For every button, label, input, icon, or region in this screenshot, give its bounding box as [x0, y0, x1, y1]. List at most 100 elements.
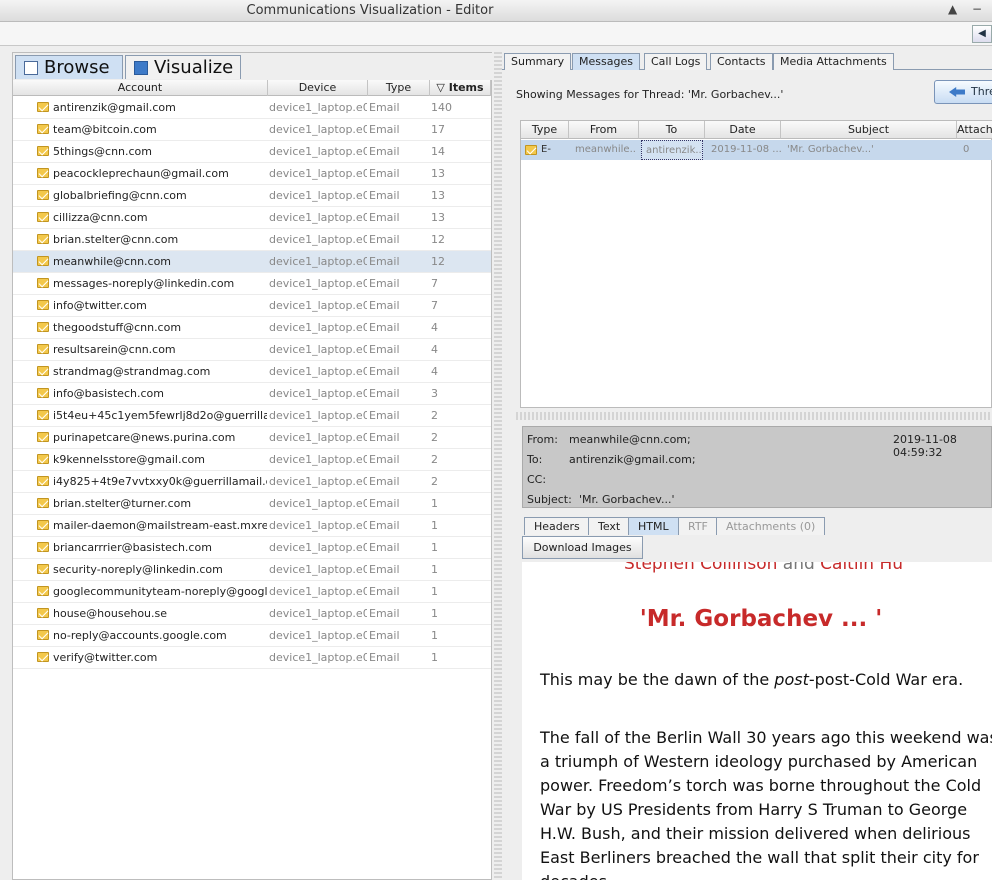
- tab-browse[interactable]: Browse: [15, 55, 123, 79]
- table-row[interactable]: i5t4eu+45c1yem5fewrlj8d2o@guerrillamaild…: [13, 405, 491, 427]
- table-row[interactable]: brian.stelter@turner.com device1_laptop.e…: [13, 493, 491, 515]
- accounts-table-body: antirenzik@gmail.com device1_laptop.e01 Em…: [13, 97, 491, 669]
- tab-rtf[interactable]: RTF: [678, 517, 718, 535]
- account-cell: antirenzik@gmail.com: [53, 101, 176, 114]
- table-row[interactable]: team@bitcoin.com device1_laptop.e01 Email 1…: [13, 119, 491, 141]
- table-row[interactable]: googlecommunityteam-noreply@google.co dev…: [13, 581, 491, 603]
- device-cell: device1_laptop.e01: [269, 541, 367, 554]
- device-cell: device1_laptop.e01: [269, 365, 367, 378]
- table-row[interactable]: cillizza@cnn.com device1_laptop.e01 Email 1…: [13, 207, 491, 229]
- tab-visualize-label: Visualize: [154, 57, 234, 78]
- tab-summary[interactable]: Summary: [504, 53, 572, 70]
- col-items[interactable]: ▽ Items: [430, 80, 491, 96]
- msg-from: meanwhile...: [575, 144, 637, 155]
- device-cell: device1_laptop.e01: [269, 189, 367, 202]
- table-row[interactable]: i4y825+4t9e7vvtxxy0k@guerrillamail.com de…: [13, 471, 491, 493]
- type-cell: Email: [369, 519, 400, 532]
- tab-headers[interactable]: Headers: [524, 517, 590, 535]
- table-row[interactable]: security-noreply@linkedin.com device1_lap…: [13, 559, 491, 581]
- col-type[interactable]: Type: [368, 80, 430, 96]
- type-cell: Email: [369, 277, 400, 290]
- tab-text[interactable]: Text: [588, 517, 631, 535]
- table-row[interactable]: meanwhile@cnn.com device1_laptop.e01 Email…: [13, 251, 491, 273]
- author-link-1[interactable]: Stephen Collinson: [624, 562, 777, 574]
- table-row[interactable]: house@househou.se device1_laptop.e01 Email…: [13, 603, 491, 625]
- account-cell: team@bitcoin.com: [53, 123, 157, 136]
- device-cell: device1_laptop.e01: [269, 475, 367, 488]
- col-device[interactable]: Device: [268, 80, 368, 96]
- nav-back-icon[interactable]: ◀: [972, 25, 992, 43]
- account-cell: purinapetcare@news.purina.com: [53, 431, 236, 444]
- col-msg-from[interactable]: From: [569, 121, 639, 139]
- account-cell: cillizza@cnn.com: [53, 211, 148, 224]
- col-msg-to[interactable]: To: [639, 121, 705, 139]
- type-cell: Email: [369, 387, 400, 400]
- table-row[interactable]: purinapetcare@news.purina.com device1_lap…: [13, 427, 491, 449]
- p1-em: post: [774, 670, 809, 689]
- message-row[interactable]: E- meanwhile... antirenzik... 2019-11-08…: [521, 140, 992, 160]
- tab-attachments[interactable]: Attachments (0): [716, 517, 826, 535]
- window-shade-icon[interactable]: ▲: [948, 2, 957, 16]
- author-link-2[interactable]: Caitlin Hu: [820, 562, 903, 574]
- table-row[interactable]: brian.stelter@cnn.com device1_laptop.e01 E…: [13, 229, 491, 251]
- table-row[interactable]: globalbriefing@cnn.com device1_laptop.e01…: [13, 185, 491, 207]
- items-cell: 1: [431, 563, 438, 576]
- from-value: meanwhile@cnn.com;: [569, 433, 691, 446]
- tab-media-attachments[interactable]: Media Attachments: [773, 53, 894, 70]
- table-row[interactable]: strandmag@strandmag.com device1_laptop.e0…: [13, 361, 491, 383]
- items-cell: 1: [431, 541, 438, 554]
- col-msg-type[interactable]: Type: [521, 121, 569, 139]
- browse-tabs: Browse Visualize: [13, 53, 493, 80]
- byline-and: and: [782, 562, 815, 574]
- tab-messages[interactable]: Messages: [572, 53, 640, 70]
- account-cell: globalbriefing@cnn.com: [53, 189, 187, 202]
- items-cell: 2: [431, 475, 438, 488]
- vertical-splitter[interactable]: [494, 52, 502, 880]
- items-cell: 7: [431, 299, 438, 312]
- device-cell: device1_laptop.e01: [269, 409, 367, 422]
- col-msg-date[interactable]: Date: [705, 121, 781, 139]
- items-cell: 1: [431, 629, 438, 642]
- account-cell: i5t4eu+45c1yem5fewrlj8d2o@guerrillamail: [53, 409, 267, 422]
- table-row[interactable]: no-reply@accounts.google.com device1_lapt…: [13, 625, 491, 647]
- download-images-button[interactable]: Download Images: [522, 536, 643, 559]
- table-row[interactable]: resultsarein@cnn.com device1_laptop.e01 Em…: [13, 339, 491, 361]
- account-cell: mailer-daemon@mailstream-east.mxrecor: [53, 519, 267, 532]
- table-row[interactable]: 5things@cnn.com device1_laptop.e01 Email 14: [13, 141, 491, 163]
- tab-call-logs[interactable]: Call Logs: [644, 53, 708, 70]
- table-row[interactable]: mailer-daemon@mailstream-east.mxrecor dev…: [13, 515, 491, 537]
- table-row[interactable]: k9kennelsstore@gmail.com device1_laptop.e…: [13, 449, 491, 471]
- col-msg-attachments[interactable]: Attachm: [957, 121, 992, 139]
- device-cell: device1_laptop.e01: [269, 651, 367, 664]
- minimize-icon[interactable]: −: [972, 2, 982, 16]
- table-row[interactable]: verify@twitter.com device1_laptop.e01 Emai…: [13, 647, 491, 669]
- tab-visualize[interactable]: Visualize: [125, 55, 241, 79]
- table-row[interactable]: info@twitter.com device1_laptop.e01 Email 7: [13, 295, 491, 317]
- thread-label: Showing Messages for Thread: 'Mr. Gorbac…: [516, 88, 784, 101]
- table-row[interactable]: antirenzik@gmail.com device1_laptop.e01 Em…: [13, 97, 491, 119]
- table-row[interactable]: thegoodstuff@cnn.com device1_laptop.e01 Em…: [13, 317, 491, 339]
- browse-panel: Browse Visualize Account Device Type ▽ I…: [12, 52, 493, 880]
- table-row[interactable]: peacockleprechaun@gmail.com device1_lapto…: [13, 163, 491, 185]
- threads-button[interactable]: Thre: [934, 80, 992, 104]
- window-title: Communications Visualization - Editor: [246, 3, 494, 18]
- account-cell: house@househou.se: [53, 607, 168, 620]
- items-cell: 12: [431, 255, 445, 268]
- details-tabs: Summary Messages Call Logs Contacts Medi…: [502, 52, 992, 70]
- p2-line: War by US Presidents from Harry S Truman…: [540, 800, 968, 819]
- account-cell: i4y825+4t9e7vvtxxy0k@guerrillamail.com: [53, 475, 267, 488]
- table-row[interactable]: info@basistech.com device1_laptop.e01 Emai…: [13, 383, 491, 405]
- horizontal-splitter[interactable]: [516, 412, 992, 420]
- table-row[interactable]: briancarrrier@basistech.com device1_lapto…: [13, 537, 491, 559]
- account-cell: verify@twitter.com: [53, 651, 158, 664]
- table-row[interactable]: messages-noreply@linkedin.com device1_lap…: [13, 273, 491, 295]
- items-cell: 2: [431, 431, 438, 444]
- col-account[interactable]: Account: [13, 80, 268, 96]
- type-cell: Email: [369, 299, 400, 312]
- title-bar: Communications Visualization - Editor ▲ …: [0, 0, 992, 22]
- p2-line: H.W. Bush, and their mission delivered w…: [540, 824, 971, 843]
- tab-html[interactable]: HTML: [628, 517, 679, 535]
- device-cell: device1_laptop.e01: [269, 299, 367, 312]
- col-msg-subject[interactable]: Subject: [781, 121, 957, 139]
- tab-contacts[interactable]: Contacts: [710, 53, 773, 70]
